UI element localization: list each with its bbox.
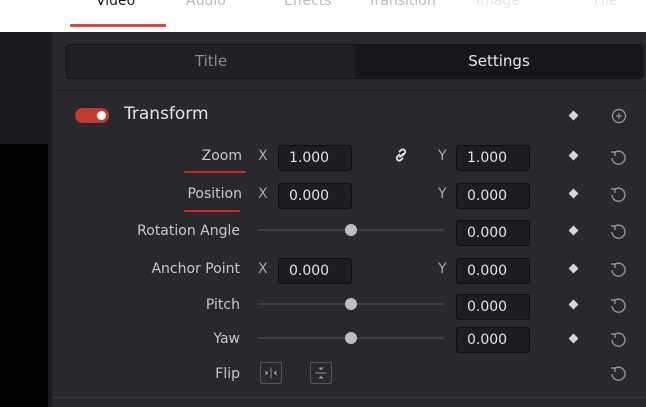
section-reset-icon[interactable]: [609, 106, 629, 126]
flip-horizontal-icon[interactable]: [260, 362, 282, 384]
position-y-field[interactable]: 0.000: [456, 183, 530, 209]
title-settings-switch: Title Settings: [66, 44, 644, 79]
rotation-reset-icon[interactable]: [608, 222, 628, 242]
pitch-slider[interactable]: [258, 292, 444, 316]
inspector-tabs: Video Audio Effects Transition Image Fil…: [52, 0, 646, 19]
position-y-axis-label: Y: [438, 186, 447, 202]
viewer-edge: [0, 144, 48, 407]
link-icon[interactable]: [392, 146, 410, 164]
tab-video[interactable]: Video: [96, 0, 135, 9]
segment-settings[interactable]: Settings: [355, 45, 643, 78]
anchor-y-axis-label: Y: [438, 261, 447, 277]
yaw-reset-icon[interactable]: [608, 330, 628, 350]
yaw-field[interactable]: 0.000: [456, 327, 530, 353]
yaw-label: Yaw: [213, 331, 240, 347]
zoom-annotation-underline: [184, 171, 246, 173]
section-divider: [56, 90, 646, 91]
zoom-reset-icon[interactable]: [608, 148, 628, 168]
zoom-y-field[interactable]: 1.000: [456, 145, 530, 171]
pitch-reset-icon[interactable]: [608, 296, 628, 316]
yaw-slider[interactable]: [258, 326, 444, 350]
zoom-y-axis-label: Y: [438, 148, 447, 164]
slider-thumb[interactable]: [345, 224, 357, 236]
rotation-angle-label: Rotation Angle: [137, 223, 240, 239]
flip-label: Flip: [215, 366, 240, 382]
pitch-field[interactable]: 0.000: [456, 294, 530, 320]
zoom-x-field[interactable]: 1.000: [278, 145, 352, 171]
top-tab-strip: Video Audio Effects Transition Image Fil…: [0, 0, 646, 32]
slider-thumb[interactable]: [345, 298, 357, 310]
position-reset-icon[interactable]: [608, 185, 628, 205]
transform-enable-toggle[interactable]: [75, 108, 109, 123]
position-label: Position: [187, 186, 242, 202]
pitch-label: Pitch: [205, 297, 240, 313]
position-x-field[interactable]: 0.000: [278, 183, 352, 209]
position-annotation-underline: [184, 210, 240, 212]
anchor-x-field[interactable]: 0.000: [278, 258, 352, 284]
zoom-x-axis-label: X: [258, 148, 268, 164]
anchor-x-axis-label: X: [258, 261, 268, 277]
flip-reset-icon[interactable]: [608, 364, 628, 384]
segment-title[interactable]: Title: [67, 45, 355, 78]
flip-vertical-icon[interactable]: [310, 362, 332, 384]
section-title: Transform: [124, 104, 209, 124]
slider-thumb[interactable]: [345, 332, 357, 344]
anchor-reset-icon[interactable]: [608, 260, 628, 280]
rotation-angle-field[interactable]: 0.000: [456, 220, 530, 246]
tab-audio[interactable]: Audio: [186, 0, 226, 9]
tab-image[interactable]: Image: [476, 0, 520, 9]
rotation-angle-slider[interactable]: [258, 218, 444, 242]
position-x-axis-label: X: [258, 186, 268, 202]
panel-bottom-border: [52, 397, 646, 398]
tab-file[interactable]: File: [594, 0, 617, 9]
zoom-label: Zoom: [201, 148, 242, 164]
tab-effects[interactable]: Effects: [284, 0, 332, 9]
left-edge-column: [0, 32, 52, 407]
anchor-y-field[interactable]: 0.000: [456, 258, 530, 284]
anchor-point-label: Anchor Point: [151, 261, 240, 277]
toggle-knob: [97, 111, 106, 120]
active-tab-indicator: [70, 24, 166, 27]
tab-transition[interactable]: Transition: [368, 0, 436, 9]
